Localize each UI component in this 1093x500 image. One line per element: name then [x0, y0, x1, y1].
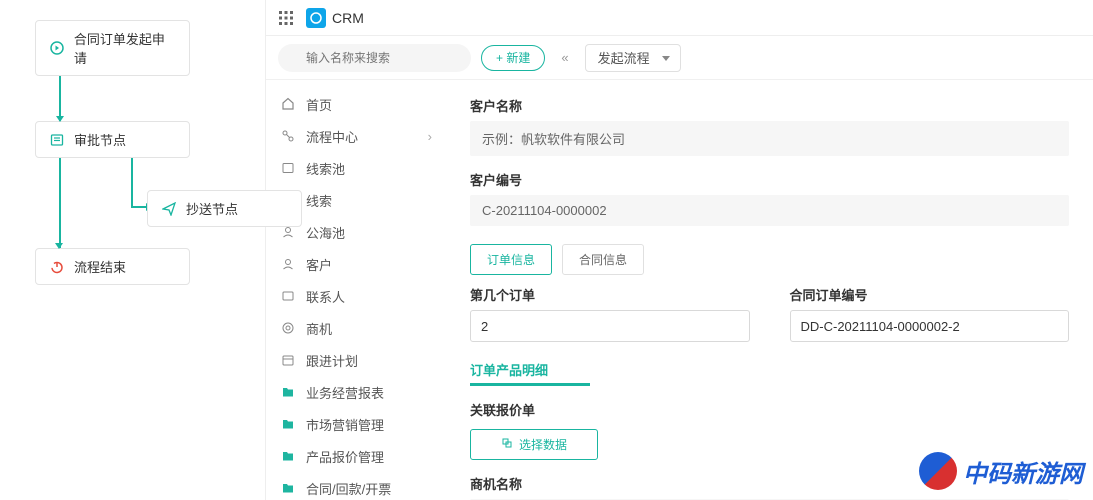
user-icon: [280, 256, 296, 272]
flow-dropdown-label: 发起流程: [598, 48, 650, 67]
calendar-icon: [280, 352, 296, 368]
workflow-panel: 合同订单发起申请 审批节点 抄送节点 流程结束: [0, 0, 265, 500]
nav-flow-center[interactable]: 流程中心›: [266, 120, 446, 152]
nav-contract-group[interactable]: 合同/回款/开票: [266, 472, 446, 500]
nav-marketing[interactable]: 市场营销管理: [266, 408, 446, 440]
tabs: 订单信息 合同信息: [470, 244, 1069, 275]
link-icon: [501, 437, 513, 452]
apps-grid-icon[interactable]: [278, 10, 294, 26]
nav-follow-plan[interactable]: 跟进计划: [266, 344, 446, 376]
flow-node-label: 审批节点: [74, 130, 126, 149]
customer-code-value: C-20211104-0000002: [470, 195, 1069, 226]
power-icon: [48, 258, 66, 276]
crm-logo-icon: [306, 8, 326, 28]
send-icon: [160, 200, 178, 218]
order-seq-input[interactable]: [470, 310, 750, 342]
layers-icon: [280, 160, 296, 176]
folder-open-icon: [280, 480, 296, 496]
nav-clue-pool[interactable]: 线索池: [266, 152, 446, 184]
nav-quote-mgmt[interactable]: 产品报价管理: [266, 440, 446, 472]
play-icon: [48, 39, 66, 57]
flow-icon: [280, 128, 296, 144]
flow-node-label: 抄送节点: [186, 199, 238, 218]
card-icon: [280, 288, 296, 304]
related-quote-label: 关联报价单: [470, 400, 1069, 419]
collapse-left-icon[interactable]: «: [555, 50, 574, 65]
folder-icon: [280, 416, 296, 432]
sidebar-nav: 首页 流程中心› 线索池 线索 公海池 客户 联系人 商机 跟进计划 业务经营报…: [266, 80, 446, 500]
folder-icon: [280, 384, 296, 400]
toolbar: + 新建 « 发起流程: [266, 36, 1093, 80]
search-input[interactable]: [278, 44, 471, 72]
nav-opportunity[interactable]: 商机: [266, 312, 446, 344]
flow-dropdown[interactable]: 发起流程: [585, 44, 681, 72]
customer-name-label: 客户名称: [470, 96, 1069, 115]
list-icon: [48, 131, 66, 149]
order-code-input[interactable]: [790, 310, 1070, 342]
form-area: 客户名称 示例：帆软软件有限公司 客户编号 C-20211104-0000002…: [446, 80, 1093, 500]
nav-home[interactable]: 首页: [266, 88, 446, 120]
folder-icon: [280, 448, 296, 464]
flow-node-cc[interactable]: 抄送节点: [147, 190, 302, 227]
chevron-right-icon: ›: [428, 129, 432, 144]
opp-name-label: 商机名称: [470, 474, 1069, 493]
flow-node-approve[interactable]: 审批节点: [35, 121, 190, 158]
header: CRM: [266, 0, 1093, 36]
home-icon: [280, 96, 296, 112]
nav-biz-report[interactable]: 业务经营报表: [266, 376, 446, 408]
nav-contact[interactable]: 联系人: [266, 280, 446, 312]
order-code-label: 合同订单编号: [790, 285, 1070, 304]
order-seq-label: 第几个订单: [470, 285, 750, 304]
new-button[interactable]: + 新建: [481, 45, 545, 71]
customer-name-value: 示例：帆软软件有限公司: [470, 121, 1069, 156]
app-title: CRM: [332, 10, 364, 26]
tab-contract-info[interactable]: 合同信息: [562, 244, 644, 275]
nav-customer[interactable]: 客户: [266, 248, 446, 280]
customer-code-label: 客户编号: [470, 170, 1069, 189]
main-area: CRM + 新建 « 发起流程 首页 流程中心› 线索池 线索 公海池 客户 联…: [265, 0, 1093, 500]
flow-node-label: 流程结束: [74, 257, 126, 276]
target-icon: [280, 320, 296, 336]
flow-node-label: 合同订单发起申请: [74, 29, 177, 67]
product-detail-title: 订单产品明细: [470, 360, 1069, 379]
select-data-button[interactable]: 选择数据: [470, 429, 598, 460]
flow-node-end[interactable]: 流程结束: [35, 248, 190, 285]
tab-order-info[interactable]: 订单信息: [470, 244, 552, 275]
flow-node-start[interactable]: 合同订单发起申请: [35, 20, 190, 76]
